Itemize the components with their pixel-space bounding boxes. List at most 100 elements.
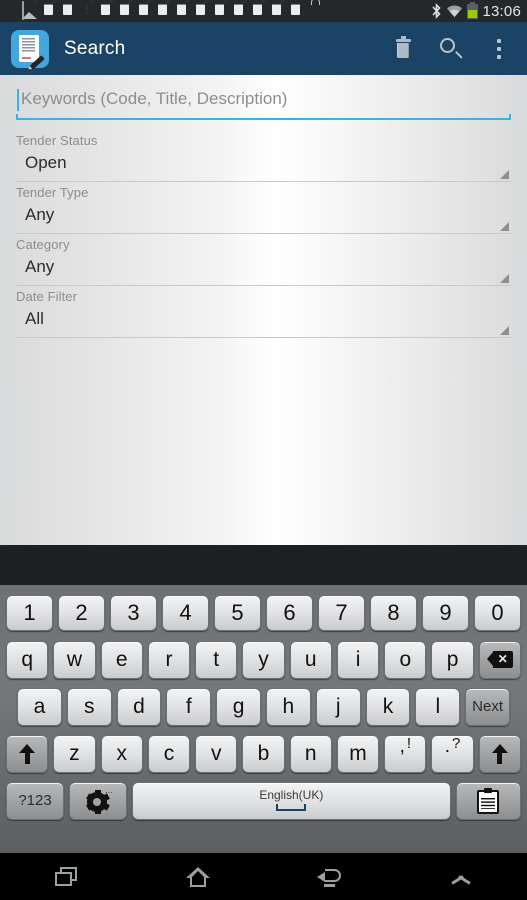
key-w[interactable]: w [53, 640, 96, 679]
shift-left-key[interactable] [6, 734, 49, 773]
spinner-arrow-icon [500, 170, 509, 179]
key-9[interactable]: 9 [422, 594, 469, 631]
key-y[interactable]: y [242, 640, 285, 679]
key-comma[interactable]: , ! [384, 734, 427, 773]
key-f[interactable]: f [166, 687, 212, 726]
action-bar-actions [379, 22, 527, 75]
warning-icon [79, 2, 97, 20]
status-bar-system-icons: 13:06 [431, 1, 527, 20]
key-b[interactable]: b [242, 734, 285, 773]
key-t[interactable]: t [195, 640, 238, 679]
overflow-menu-button[interactable] [475, 22, 523, 75]
picture-icon [22, 1, 40, 20]
key-d[interactable]: d [116, 687, 162, 726]
tender-type-spinner[interactable]: Any [16, 204, 511, 234]
home-icon [185, 866, 210, 887]
key-n[interactable]: n [289, 734, 332, 773]
key-period[interactable]: . ? [431, 734, 474, 773]
action-bar: Search [0, 22, 527, 75]
key-2[interactable]: 2 [58, 594, 105, 631]
space-key[interactable]: English(UK) [132, 781, 451, 820]
document-notification-icon [193, 2, 211, 20]
backspace-key[interactable]: ✕ [478, 640, 521, 679]
document-edit-icon[interactable] [11, 29, 49, 70]
delete-button[interactable] [379, 22, 427, 75]
bluetooth-icon [431, 3, 442, 19]
key-7[interactable]: 7 [318, 594, 365, 631]
tender-status-spinner[interactable]: Open [16, 152, 511, 182]
key-5[interactable]: 5 [214, 594, 261, 631]
spinner-arrow-icon [500, 326, 509, 335]
document-notification-icon [60, 2, 78, 20]
key-r[interactable]: r [147, 640, 191, 679]
symbols-key[interactable]: ?123 [6, 781, 64, 820]
key-4[interactable]: 4 [162, 594, 209, 631]
key-3[interactable]: 3 [110, 594, 157, 631]
key-v[interactable]: v [195, 734, 238, 773]
gear-icon: ··· [85, 788, 112, 814]
key-g[interactable]: g [216, 687, 261, 726]
spinner-arrow-icon [500, 274, 509, 283]
key-i[interactable]: i [336, 640, 380, 679]
search-button[interactable] [427, 22, 475, 75]
key-c[interactable]: c [147, 734, 191, 773]
document-notification-icon [231, 2, 249, 20]
key-z[interactable]: z [53, 734, 96, 773]
keywords-input[interactable]: Keywords (Code, Title, Description) [16, 87, 511, 120]
keyboard-settings-key[interactable]: ··· [69, 781, 127, 820]
key-x[interactable]: x [100, 734, 143, 773]
date-filter-spinner[interactable]: All [16, 308, 511, 338]
key-o[interactable]: o [384, 640, 427, 679]
status-bar-clock: 13:06 [482, 2, 521, 20]
trash-icon [395, 36, 411, 59]
comma-alt: ! [406, 734, 412, 752]
document-notification-icon [250, 2, 268, 20]
key-k[interactable]: k [365, 687, 411, 726]
period-alt: ? [452, 734, 461, 752]
key-0[interactable]: 0 [474, 594, 521, 631]
backspace-icon: ✕ [486, 651, 513, 668]
key-u[interactable]: u [289, 640, 332, 679]
home-button[interactable] [132, 853, 264, 900]
key-8[interactable]: 8 [370, 594, 417, 631]
keyboard-row-numbers: 1 2 3 4 5 6 7 8 9 0 [3, 589, 524, 636]
field-tender-type: Tender Type Any [16, 185, 511, 234]
document-notification-icon [136, 2, 154, 20]
document-notification-icon [269, 2, 287, 20]
field-category: Category Any [16, 237, 511, 286]
shift-right-key[interactable] [478, 734, 521, 773]
spinner-value: Open [25, 153, 67, 172]
key-h[interactable]: h [266, 687, 311, 726]
status-bar-notification-icons [0, 1, 431, 20]
spinner-value: Any [25, 257, 55, 276]
key-j[interactable]: j [315, 687, 361, 726]
hide-keyboard-button[interactable] [395, 853, 527, 900]
back-icon [317, 867, 342, 887]
field-date-filter: Date Filter All [16, 289, 511, 338]
field-label: Date Filter [16, 289, 78, 304]
key-6[interactable]: 6 [266, 594, 313, 631]
key-e[interactable]: e [100, 640, 143, 679]
recents-button[interactable] [0, 853, 132, 900]
back-button[interactable] [264, 853, 396, 900]
keyboard-row-top: q w e r t y u i o p ✕ [3, 636, 524, 683]
key-p[interactable]: p [431, 640, 474, 679]
key-1[interactable]: 1 [6, 594, 53, 631]
key-q[interactable]: q [6, 640, 49, 679]
spinner-value: All [25, 309, 44, 328]
space-indicator [276, 803, 307, 811]
key-a[interactable]: a [17, 687, 62, 726]
search-icon [440, 37, 463, 60]
field-label: Tender Status [16, 133, 98, 148]
key-l[interactable]: l [415, 687, 461, 726]
next-key[interactable]: Next [465, 687, 510, 726]
document-notification-icon [212, 2, 230, 20]
key-s[interactable]: s [66, 687, 112, 726]
page-title: Search [64, 37, 126, 59]
key-m[interactable]: m [336, 734, 380, 773]
period-main: . [444, 735, 451, 757]
category-spinner[interactable]: Any [16, 256, 511, 286]
input-underline [16, 114, 511, 120]
clipboard-icon [477, 787, 500, 814]
clipboard-key[interactable] [455, 781, 521, 820]
